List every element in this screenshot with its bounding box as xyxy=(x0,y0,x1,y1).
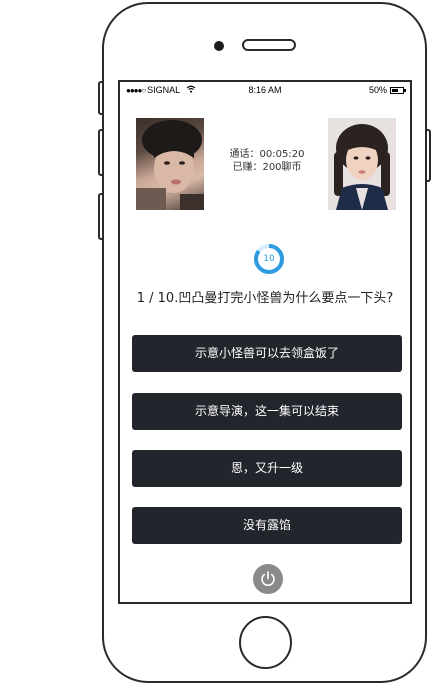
countdown-timer: 10 xyxy=(252,242,286,276)
power-icon xyxy=(261,571,275,586)
countdown-value: 10 xyxy=(263,254,275,264)
answer-option-1[interactable]: 示意小怪兽可以去领盒饭了 xyxy=(132,335,402,372)
answer-option-4[interactable]: 没有露馅 xyxy=(132,507,402,544)
app-screen: ●●●●○ SIGNAL 8:16 AM 50% 通话：00:05:20 已赚：… xyxy=(118,80,412,604)
self-avatar xyxy=(328,118,396,210)
status-time: 8:16 AM xyxy=(248,85,282,95)
front-camera xyxy=(214,41,224,51)
earpiece-speaker xyxy=(242,39,296,51)
status-bar: ●●●●○ SIGNAL 8:16 AM 50% xyxy=(120,82,410,100)
battery-percent: 50% xyxy=(368,85,387,95)
coins-earned: 已赚：200聊币 xyxy=(232,162,302,173)
battery-group: 50% xyxy=(368,85,406,95)
battery-icon xyxy=(390,86,406,94)
caller-avatar xyxy=(136,118,204,210)
question-text: 1 / 10.凹凸曼打完小怪兽为什么要点一下头? xyxy=(136,291,394,306)
home-button[interactable] xyxy=(239,616,292,669)
call-info: 通话：00:05:20 已赚：200聊币 xyxy=(210,148,324,174)
answer-option-3[interactable]: 恩，又升一级 xyxy=(132,450,402,487)
answer-option-2[interactable]: 示意导演，这一集可以结束 xyxy=(132,393,402,430)
hangup-button[interactable] xyxy=(253,564,283,594)
call-duration: 通话：00:05:20 xyxy=(229,149,305,160)
